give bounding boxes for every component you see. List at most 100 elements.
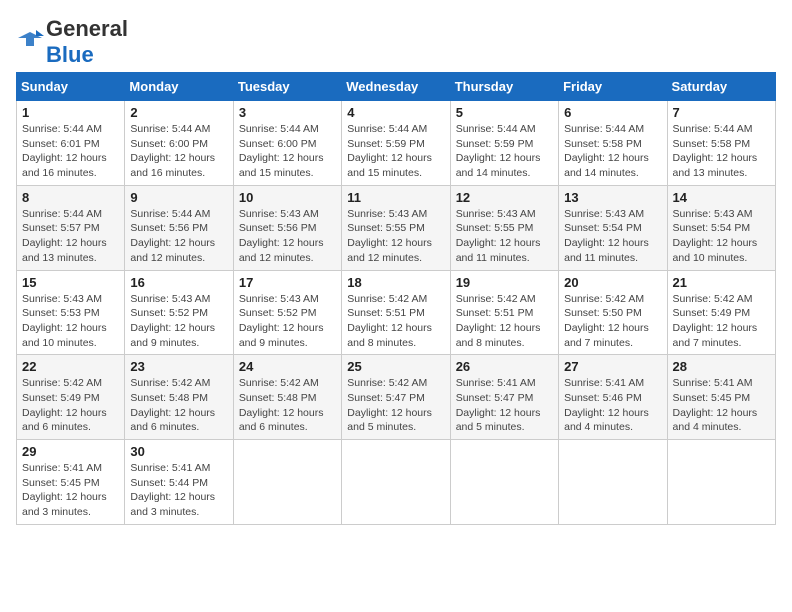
weekday-header-thursday: Thursday: [450, 73, 558, 101]
day-number: 28: [673, 359, 770, 374]
day-number: 3: [239, 105, 336, 120]
title-area: [128, 16, 776, 18]
weekday-header-tuesday: Tuesday: [233, 73, 341, 101]
day-cell-16: 16 Sunrise: 5:43 AM Sunset: 5:52 PM Dayl…: [125, 270, 233, 355]
day-cell-24: 24 Sunrise: 5:42 AM Sunset: 5:48 PM Dayl…: [233, 355, 341, 440]
day-info: Sunrise: 5:43 AM Sunset: 5:54 PM Dayligh…: [673, 207, 770, 266]
day-number: 23: [130, 359, 227, 374]
day-info: Sunrise: 5:41 AM Sunset: 5:45 PM Dayligh…: [22, 461, 119, 520]
day-info: Sunrise: 5:41 AM Sunset: 5:47 PM Dayligh…: [456, 376, 553, 435]
empty-cell: [450, 440, 558, 525]
empty-cell: [342, 440, 450, 525]
day-info: Sunrise: 5:42 AM Sunset: 5:49 PM Dayligh…: [673, 292, 770, 351]
empty-cell: [667, 440, 775, 525]
calendar-table: SundayMondayTuesdayWednesdayThursdayFrid…: [16, 72, 776, 525]
day-info: Sunrise: 5:44 AM Sunset: 5:58 PM Dayligh…: [564, 122, 661, 181]
day-cell-10: 10 Sunrise: 5:43 AM Sunset: 5:56 PM Dayl…: [233, 185, 341, 270]
day-cell-7: 7 Sunrise: 5:44 AM Sunset: 5:58 PM Dayli…: [667, 101, 775, 186]
day-number: 12: [456, 190, 553, 205]
day-number: 18: [347, 275, 444, 290]
day-cell-23: 23 Sunrise: 5:42 AM Sunset: 5:48 PM Dayl…: [125, 355, 233, 440]
day-cell-26: 26 Sunrise: 5:41 AM Sunset: 5:47 PM Dayl…: [450, 355, 558, 440]
day-number: 17: [239, 275, 336, 290]
day-cell-20: 20 Sunrise: 5:42 AM Sunset: 5:50 PM Dayl…: [559, 270, 667, 355]
day-info: Sunrise: 5:44 AM Sunset: 5:56 PM Dayligh…: [130, 207, 227, 266]
week-row-3: 15 Sunrise: 5:43 AM Sunset: 5:53 PM Dayl…: [17, 270, 776, 355]
header: GeneralBlue: [16, 16, 776, 68]
day-info: Sunrise: 5:43 AM Sunset: 5:56 PM Dayligh…: [239, 207, 336, 266]
day-info: Sunrise: 5:43 AM Sunset: 5:52 PM Dayligh…: [130, 292, 227, 351]
day-info: Sunrise: 5:44 AM Sunset: 6:00 PM Dayligh…: [239, 122, 336, 181]
day-info: Sunrise: 5:44 AM Sunset: 6:00 PM Dayligh…: [130, 122, 227, 181]
day-number: 4: [347, 105, 444, 120]
day-info: Sunrise: 5:42 AM Sunset: 5:50 PM Dayligh…: [564, 292, 661, 351]
weekday-header-friday: Friday: [559, 73, 667, 101]
day-cell-3: 3 Sunrise: 5:44 AM Sunset: 6:00 PM Dayli…: [233, 101, 341, 186]
day-info: Sunrise: 5:44 AM Sunset: 5:59 PM Dayligh…: [456, 122, 553, 181]
day-info: Sunrise: 5:41 AM Sunset: 5:44 PM Dayligh…: [130, 461, 227, 520]
day-number: 9: [130, 190, 227, 205]
day-number: 5: [456, 105, 553, 120]
day-number: 20: [564, 275, 661, 290]
day-info: Sunrise: 5:42 AM Sunset: 5:49 PM Dayligh…: [22, 376, 119, 435]
day-info: Sunrise: 5:42 AM Sunset: 5:51 PM Dayligh…: [347, 292, 444, 351]
day-cell-13: 13 Sunrise: 5:43 AM Sunset: 5:54 PM Dayl…: [559, 185, 667, 270]
day-number: 29: [22, 444, 119, 459]
day-cell-21: 21 Sunrise: 5:42 AM Sunset: 5:49 PM Dayl…: [667, 270, 775, 355]
day-number: 11: [347, 190, 444, 205]
day-number: 1: [22, 105, 119, 120]
day-cell-25: 25 Sunrise: 5:42 AM Sunset: 5:47 PM Dayl…: [342, 355, 450, 440]
weekday-header-wednesday: Wednesday: [342, 73, 450, 101]
logo-text: GeneralBlue: [46, 16, 128, 68]
day-number: 2: [130, 105, 227, 120]
day-number: 30: [130, 444, 227, 459]
day-info: Sunrise: 5:44 AM Sunset: 5:57 PM Dayligh…: [22, 207, 119, 266]
day-info: Sunrise: 5:44 AM Sunset: 5:58 PM Dayligh…: [673, 122, 770, 181]
day-info: Sunrise: 5:43 AM Sunset: 5:55 PM Dayligh…: [347, 207, 444, 266]
day-number: 25: [347, 359, 444, 374]
day-info: Sunrise: 5:42 AM Sunset: 5:48 PM Dayligh…: [130, 376, 227, 435]
day-info: Sunrise: 5:42 AM Sunset: 5:48 PM Dayligh…: [239, 376, 336, 435]
day-number: 15: [22, 275, 119, 290]
week-row-4: 22 Sunrise: 5:42 AM Sunset: 5:49 PM Dayl…: [17, 355, 776, 440]
day-number: 24: [239, 359, 336, 374]
day-info: Sunrise: 5:43 AM Sunset: 5:55 PM Dayligh…: [456, 207, 553, 266]
day-cell-8: 8 Sunrise: 5:44 AM Sunset: 5:57 PM Dayli…: [17, 185, 125, 270]
day-cell-17: 17 Sunrise: 5:43 AM Sunset: 5:52 PM Dayl…: [233, 270, 341, 355]
day-cell-19: 19 Sunrise: 5:42 AM Sunset: 5:51 PM Dayl…: [450, 270, 558, 355]
day-cell-6: 6 Sunrise: 5:44 AM Sunset: 5:58 PM Dayli…: [559, 101, 667, 186]
empty-cell: [559, 440, 667, 525]
day-info: Sunrise: 5:44 AM Sunset: 6:01 PM Dayligh…: [22, 122, 119, 181]
day-info: Sunrise: 5:41 AM Sunset: 5:45 PM Dayligh…: [673, 376, 770, 435]
logo-bird-icon: [16, 28, 44, 56]
day-info: Sunrise: 5:43 AM Sunset: 5:52 PM Dayligh…: [239, 292, 336, 351]
day-cell-15: 15 Sunrise: 5:43 AM Sunset: 5:53 PM Dayl…: [17, 270, 125, 355]
weekday-header-row: SundayMondayTuesdayWednesdayThursdayFrid…: [17, 73, 776, 101]
day-cell-12: 12 Sunrise: 5:43 AM Sunset: 5:55 PM Dayl…: [450, 185, 558, 270]
day-info: Sunrise: 5:44 AM Sunset: 5:59 PM Dayligh…: [347, 122, 444, 181]
day-number: 19: [456, 275, 553, 290]
week-row-1: 1 Sunrise: 5:44 AM Sunset: 6:01 PM Dayli…: [17, 101, 776, 186]
week-row-2: 8 Sunrise: 5:44 AM Sunset: 5:57 PM Dayli…: [17, 185, 776, 270]
week-row-5: 29 Sunrise: 5:41 AM Sunset: 5:45 PM Dayl…: [17, 440, 776, 525]
day-number: 10: [239, 190, 336, 205]
day-cell-2: 2 Sunrise: 5:44 AM Sunset: 6:00 PM Dayli…: [125, 101, 233, 186]
weekday-header-saturday: Saturday: [667, 73, 775, 101]
day-number: 13: [564, 190, 661, 205]
day-number: 26: [456, 359, 553, 374]
day-cell-4: 4 Sunrise: 5:44 AM Sunset: 5:59 PM Dayli…: [342, 101, 450, 186]
empty-cell: [233, 440, 341, 525]
day-cell-11: 11 Sunrise: 5:43 AM Sunset: 5:55 PM Dayl…: [342, 185, 450, 270]
day-number: 6: [564, 105, 661, 120]
day-cell-28: 28 Sunrise: 5:41 AM Sunset: 5:45 PM Dayl…: [667, 355, 775, 440]
day-number: 22: [22, 359, 119, 374]
day-cell-22: 22 Sunrise: 5:42 AM Sunset: 5:49 PM Dayl…: [17, 355, 125, 440]
day-cell-14: 14 Sunrise: 5:43 AM Sunset: 5:54 PM Dayl…: [667, 185, 775, 270]
day-cell-29: 29 Sunrise: 5:41 AM Sunset: 5:45 PM Dayl…: [17, 440, 125, 525]
day-number: 27: [564, 359, 661, 374]
day-info: Sunrise: 5:41 AM Sunset: 5:46 PM Dayligh…: [564, 376, 661, 435]
day-cell-9: 9 Sunrise: 5:44 AM Sunset: 5:56 PM Dayli…: [125, 185, 233, 270]
day-cell-1: 1 Sunrise: 5:44 AM Sunset: 6:01 PM Dayli…: [17, 101, 125, 186]
weekday-header-monday: Monday: [125, 73, 233, 101]
day-info: Sunrise: 5:42 AM Sunset: 5:51 PM Dayligh…: [456, 292, 553, 351]
